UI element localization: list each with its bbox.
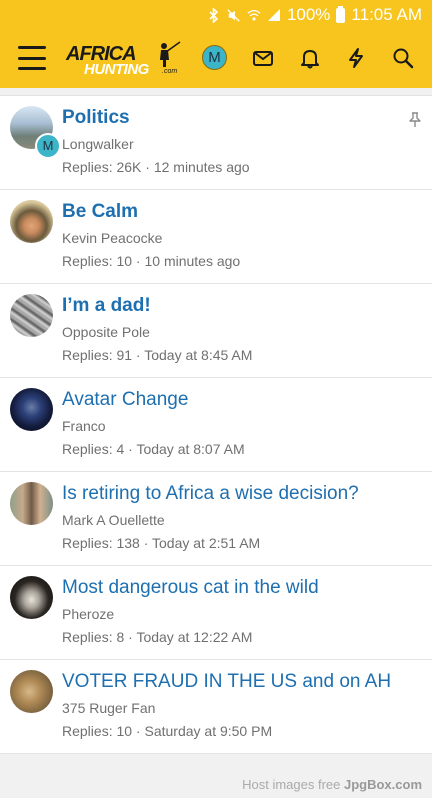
thread-row[interactable]: Avatar Change Franco Replies: 4 · Today … bbox=[0, 378, 432, 472]
thread-meta: Replies: 4 · Today at 8:07 AM bbox=[62, 441, 245, 457]
thread-meta: Replies: 8 · Today at 12:22 AM bbox=[62, 629, 253, 645]
watermark-brand: JpgBox.com bbox=[343, 777, 422, 792]
thread-meta: Replies: 91 · Today at 8:45 AM bbox=[62, 347, 253, 363]
status-bar: 100% 11:05 AM bbox=[0, 0, 432, 30]
wifi-icon bbox=[247, 7, 261, 23]
last-poster-avatar[interactable]: M bbox=[35, 133, 61, 159]
thread-author[interactable]: 375 Ruger Fan bbox=[62, 700, 155, 716]
thread-avatar[interactable] bbox=[10, 482, 53, 525]
thread-title[interactable]: Politics bbox=[62, 107, 130, 129]
thread-avatar[interactable] bbox=[10, 576, 53, 619]
thread-list: M Politics Longwalker Replies: 26K · 12 … bbox=[0, 95, 432, 754]
user-avatar[interactable]: M bbox=[202, 45, 227, 70]
signal-icon bbox=[267, 7, 281, 23]
watermark-text: Host images free bbox=[242, 777, 344, 792]
thread-meta: Replies: 10 · Saturday at 9:50 PM bbox=[62, 723, 273, 739]
footer: Host images free JpgBox.com bbox=[0, 773, 432, 798]
thread-row[interactable]: I’m a dad! Opposite Pole Replies: 91 · T… bbox=[0, 284, 432, 378]
site-logo[interactable]: AFRICA HUNTING .com bbox=[66, 40, 184, 80]
thread-row[interactable]: Most dangerous cat in the wild Pheroze R… bbox=[0, 566, 432, 660]
thread-avatar[interactable] bbox=[10, 670, 53, 713]
thread-title[interactable]: VOTER FRAUD IN THE US and on AH bbox=[62, 671, 391, 693]
thread-author[interactable]: Longwalker bbox=[62, 136, 134, 152]
thread-title[interactable]: Most dangerous cat in the wild bbox=[62, 577, 319, 599]
search-icon[interactable] bbox=[392, 47, 414, 69]
battery-icon bbox=[336, 5, 346, 23]
thread-author[interactable]: Mark A Ouellette bbox=[62, 512, 165, 528]
thread-row[interactable]: Is retiring to Africa a wise decision? M… bbox=[0, 472, 432, 566]
watermark: Host images free JpgBox.com bbox=[242, 777, 422, 792]
thread-avatar[interactable] bbox=[10, 294, 53, 337]
thread-meta: Replies: 26K · 12 minutes ago bbox=[62, 159, 250, 175]
bell-icon[interactable] bbox=[299, 47, 321, 69]
thread-meta: Replies: 10 · 10 minutes ago bbox=[62, 253, 241, 269]
thread-author[interactable]: Pheroze bbox=[62, 606, 114, 622]
bluetooth-icon bbox=[207, 7, 221, 23]
thread-title[interactable]: Be Calm bbox=[62, 201, 138, 223]
thread-row[interactable]: Be Calm Kevin Peacocke Replies: 10 · 10 … bbox=[0, 190, 432, 284]
thread-author[interactable]: Opposite Pole bbox=[62, 324, 150, 340]
thread-meta: Replies: 138 · Today at 2:51 AM bbox=[62, 535, 261, 551]
thread-title[interactable]: Is retiring to Africa a wise decision? bbox=[62, 483, 359, 505]
mute-icon bbox=[227, 7, 241, 23]
thread-author[interactable]: Franco bbox=[62, 418, 106, 434]
thread-avatar[interactable] bbox=[10, 200, 53, 243]
thread-author[interactable]: Kevin Peacocke bbox=[62, 230, 162, 246]
bolt-icon[interactable] bbox=[345, 47, 367, 69]
inbox-icon[interactable] bbox=[252, 47, 274, 69]
thread-row[interactable]: VOTER FRAUD IN THE US and on AH 375 Ruge… bbox=[0, 660, 432, 754]
thread-title[interactable]: Avatar Change bbox=[62, 389, 188, 411]
thread-row[interactable]: M Politics Longwalker Replies: 26K · 12 … bbox=[0, 96, 432, 190]
pin-icon bbox=[408, 112, 422, 128]
logo-text-bottom: HUNTING bbox=[84, 61, 149, 78]
thread-avatar[interactable] bbox=[10, 388, 53, 431]
clock: 11:05 AM bbox=[351, 5, 422, 24]
thread-title[interactable]: I’m a dad! bbox=[62, 295, 151, 317]
battery-percent: 100% bbox=[286, 5, 331, 24]
hunter-silhouette-icon bbox=[160, 41, 181, 67]
menu-icon[interactable] bbox=[18, 46, 46, 70]
